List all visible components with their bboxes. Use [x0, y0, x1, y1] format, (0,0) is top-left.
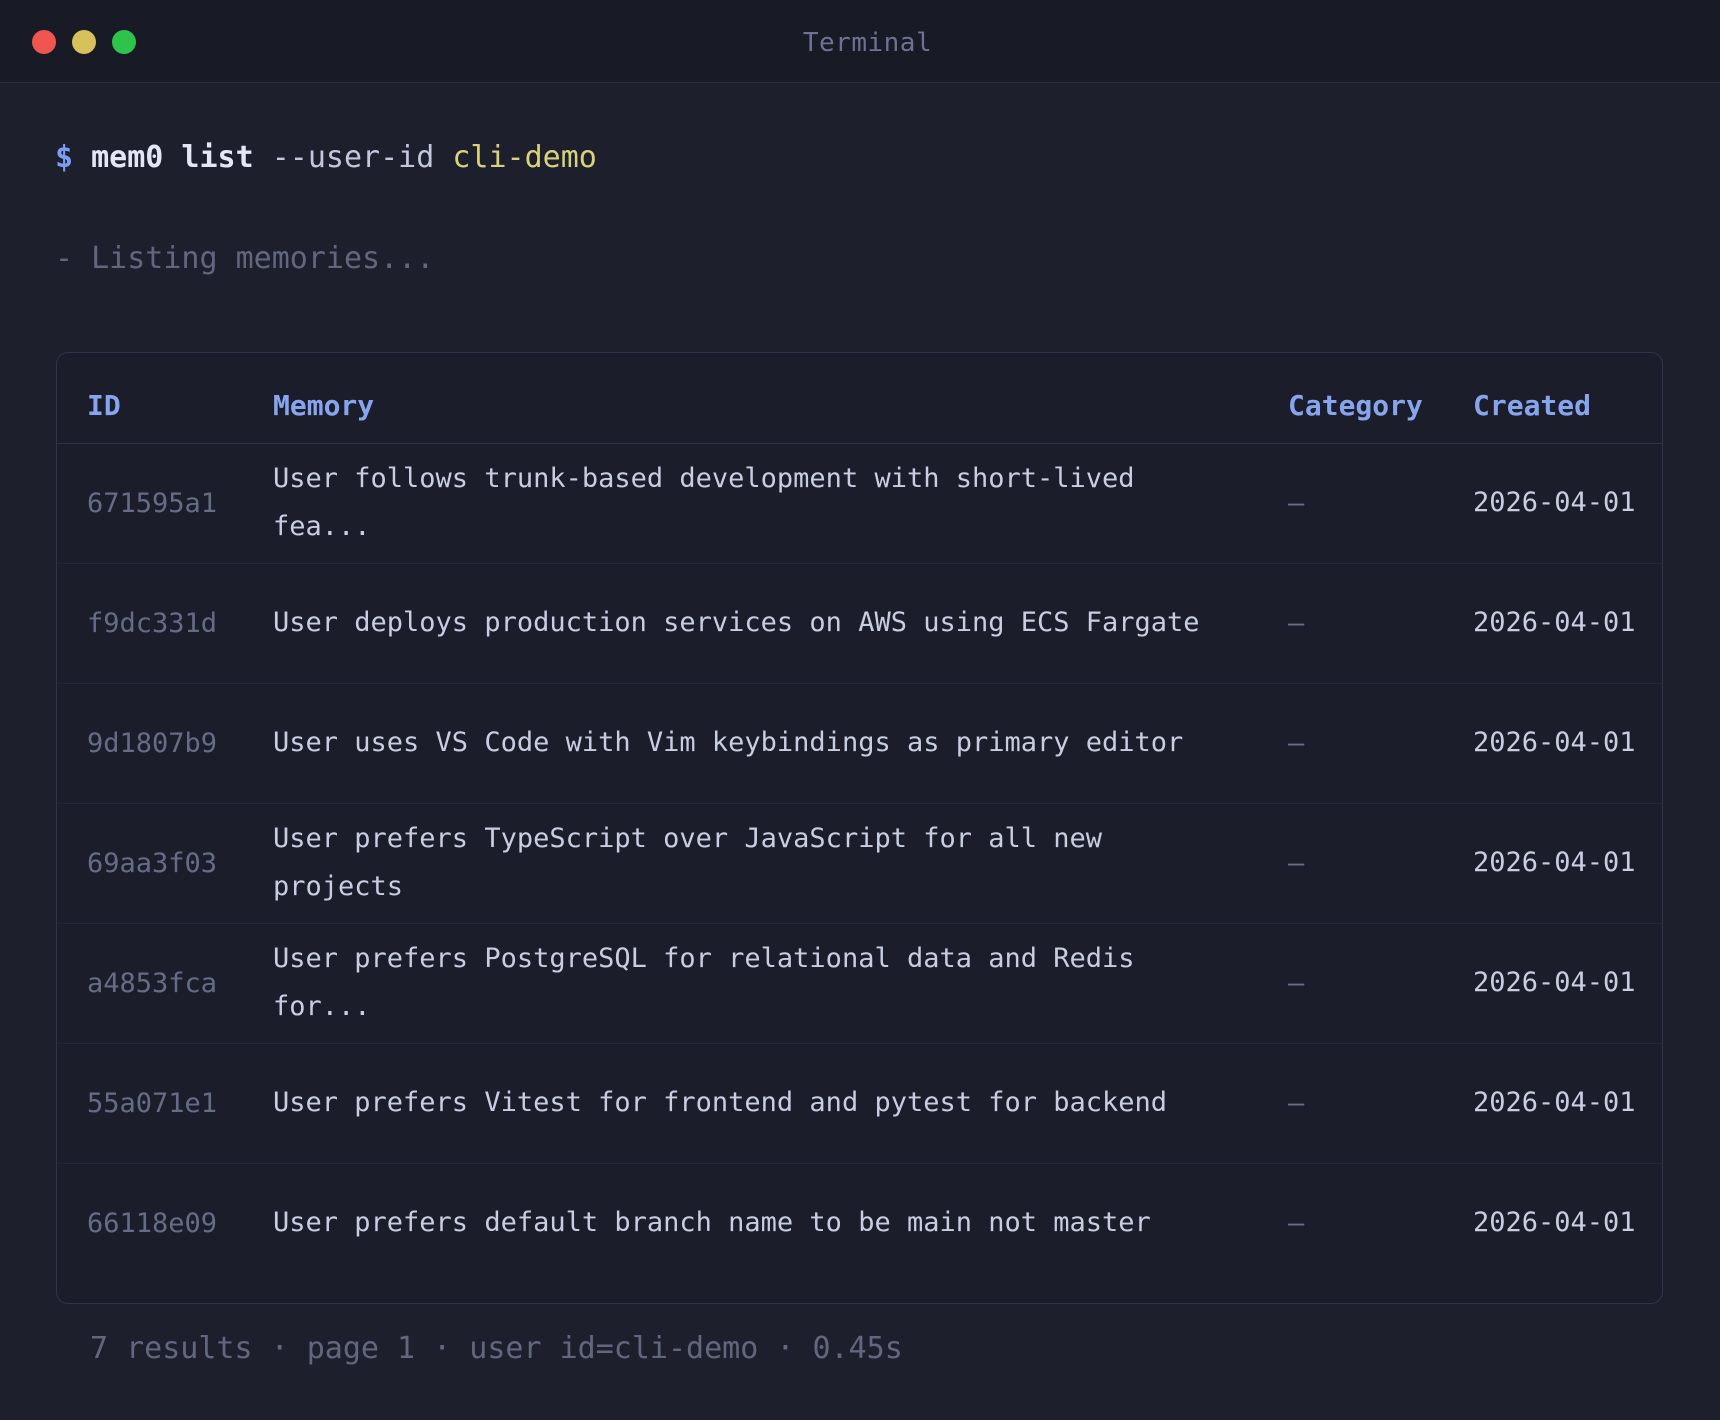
memory-id: 9d1807b9	[87, 727, 218, 759]
memory-category: —	[1288, 487, 1305, 519]
prompt-symbol: $	[55, 140, 74, 175]
window-title: Terminal	[802, 28, 933, 58]
memory-text: User prefers default branch name to be m…	[273, 1207, 1151, 1238]
memory-text: User prefers TypeScript over JavaScript …	[273, 823, 1103, 902]
table-row: a4853fca User prefers PostgreSQL for rel…	[57, 923, 1662, 1044]
memory-category: —	[1288, 967, 1305, 999]
command-line: $ mem0 list --user-id cli-demo	[55, 140, 597, 175]
memory-created: 2026-04-01	[1473, 1207, 1636, 1238]
memory-category: —	[1288, 1207, 1305, 1239]
table-row: 671595a1 User follows trunk-based develo…	[57, 443, 1662, 564]
header-created: Created	[1473, 389, 1592, 422]
title-bar: Terminal	[0, 0, 1720, 83]
results-summary: 7 results · page 1 · user id=cli-demo · …	[90, 1331, 903, 1366]
table-row: 55a071e1 User prefers Vitest for fronten…	[57, 1043, 1662, 1164]
memory-category: —	[1288, 607, 1305, 639]
memories-table: ID Memory Category Created 671595a1 User…	[56, 352, 1663, 1304]
memory-id: 671595a1	[87, 487, 218, 519]
memory-text: User follows trunk-based development wit…	[273, 463, 1135, 542]
memory-text: User prefers Vitest for frontend and pyt…	[273, 1087, 1168, 1118]
table-row: f9dc331d User deploys production service…	[57, 563, 1662, 684]
terminal-window: Terminal $ mem0 list --user-id cli-demo …	[0, 0, 1720, 1420]
memory-id: 69aa3f03	[87, 847, 218, 879]
memory-id: 55a071e1	[87, 1087, 218, 1119]
command-program: mem0 list	[91, 140, 254, 175]
memory-category: —	[1288, 727, 1305, 759]
header-id: ID	[87, 389, 121, 422]
memory-created: 2026-04-01	[1473, 607, 1636, 638]
table-row: 9d1807b9 User uses VS Code with Vim keyb…	[57, 683, 1662, 804]
memory-created: 2026-04-01	[1473, 727, 1636, 758]
command-value: cli-demo	[452, 140, 597, 175]
table-header: ID Memory Category Created	[57, 353, 1662, 444]
memory-created: 2026-04-01	[1473, 1087, 1636, 1118]
memory-category: —	[1288, 1087, 1305, 1119]
header-category: Category	[1288, 389, 1423, 422]
memory-text: User prefers PostgreSQL for relational d…	[273, 943, 1135, 1022]
command-flag: --user-id	[271, 140, 435, 175]
memory-id: f9dc331d	[87, 607, 218, 639]
memory-created: 2026-04-01	[1473, 487, 1636, 518]
memory-created: 2026-04-01	[1473, 967, 1636, 998]
table-row: 69aa3f03 User prefers TypeScript over Ja…	[57, 803, 1662, 924]
memory-created: 2026-04-01	[1473, 847, 1636, 878]
table-row: 66118e09 User prefers default branch nam…	[57, 1163, 1662, 1283]
header-memory: Memory	[273, 389, 375, 422]
status-message: - Listing memories...	[55, 241, 435, 276]
memory-text: User uses VS Code with Vim keybindings a…	[273, 727, 1184, 758]
memory-id: a4853fca	[87, 967, 218, 999]
memory-text: User deploys production services on AWS …	[273, 607, 1200, 638]
memory-category: —	[1288, 847, 1305, 879]
memory-id: 66118e09	[87, 1207, 218, 1239]
